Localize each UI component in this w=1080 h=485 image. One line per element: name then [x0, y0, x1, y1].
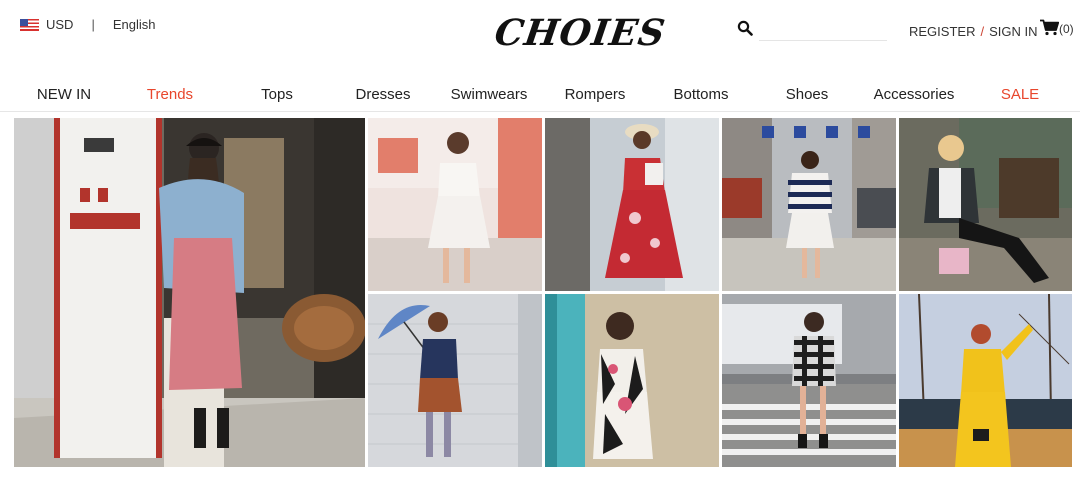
nav-item-rompers[interactable]: Rompers [565, 86, 626, 103]
site-logo[interactable]: CHOIES [492, 12, 668, 54]
search-input[interactable] [759, 20, 887, 41]
street-style-photo-denim-jacket[interactable] [14, 118, 365, 467]
photo-grid [14, 118, 1072, 467]
street-style-photo-striped-sweater[interactable] [722, 118, 896, 291]
cart-count: (0) [1059, 22, 1074, 36]
locale-selector: USD | English [20, 17, 155, 32]
account-links: REGISTER / SIGN IN [909, 24, 1038, 39]
search-icon[interactable] [737, 20, 753, 41]
cart-icon [1040, 19, 1060, 39]
nav-item-accessories[interactable]: Accessories [874, 86, 955, 103]
nav-item-sale[interactable]: SALE [1001, 86, 1039, 103]
sign-in-link[interactable]: SIGN IN [989, 24, 1037, 39]
street-style-photo-white-dress[interactable] [368, 118, 542, 291]
us-flag-icon[interactable] [20, 18, 39, 31]
account-separator: / [980, 24, 985, 39]
nav-item-trends[interactable]: Trends [147, 86, 193, 103]
search-box [737, 20, 887, 41]
main-nav: NEW IN Trends Tops Dresses Swimwears Rom… [0, 84, 1080, 112]
nav-item-swimwears[interactable]: Swimwears [451, 86, 528, 103]
locale-separator: | [91, 17, 95, 32]
street-style-photo-denim-vest[interactable] [899, 118, 1072, 291]
nav-item-bottoms[interactable]: Bottoms [673, 86, 728, 103]
cart-button[interactable]: (0) [1040, 19, 1074, 39]
street-style-photo-yellow-dress[interactable] [899, 294, 1072, 467]
street-style-photo-floral-dress[interactable] [545, 118, 719, 291]
nav-item-new-in[interactable]: NEW IN [37, 86, 91, 103]
nav-item-dresses[interactable]: Dresses [355, 86, 410, 103]
nav-item-tops[interactable]: Tops [261, 86, 293, 103]
street-style-photo-blue-umbrella[interactable] [368, 294, 542, 467]
top-bar: USD | English CHOIES REGISTER / SIGN IN … [0, 0, 1080, 72]
nav-item-shoes[interactable]: Shoes [786, 86, 829, 103]
language-selector[interactable]: English [113, 17, 156, 32]
street-style-photo-plaid-romper[interactable] [722, 294, 896, 467]
currency-selector[interactable]: USD [46, 17, 73, 32]
register-link[interactable]: REGISTER [909, 24, 975, 39]
street-style-photo-printed-dress[interactable] [545, 294, 719, 467]
